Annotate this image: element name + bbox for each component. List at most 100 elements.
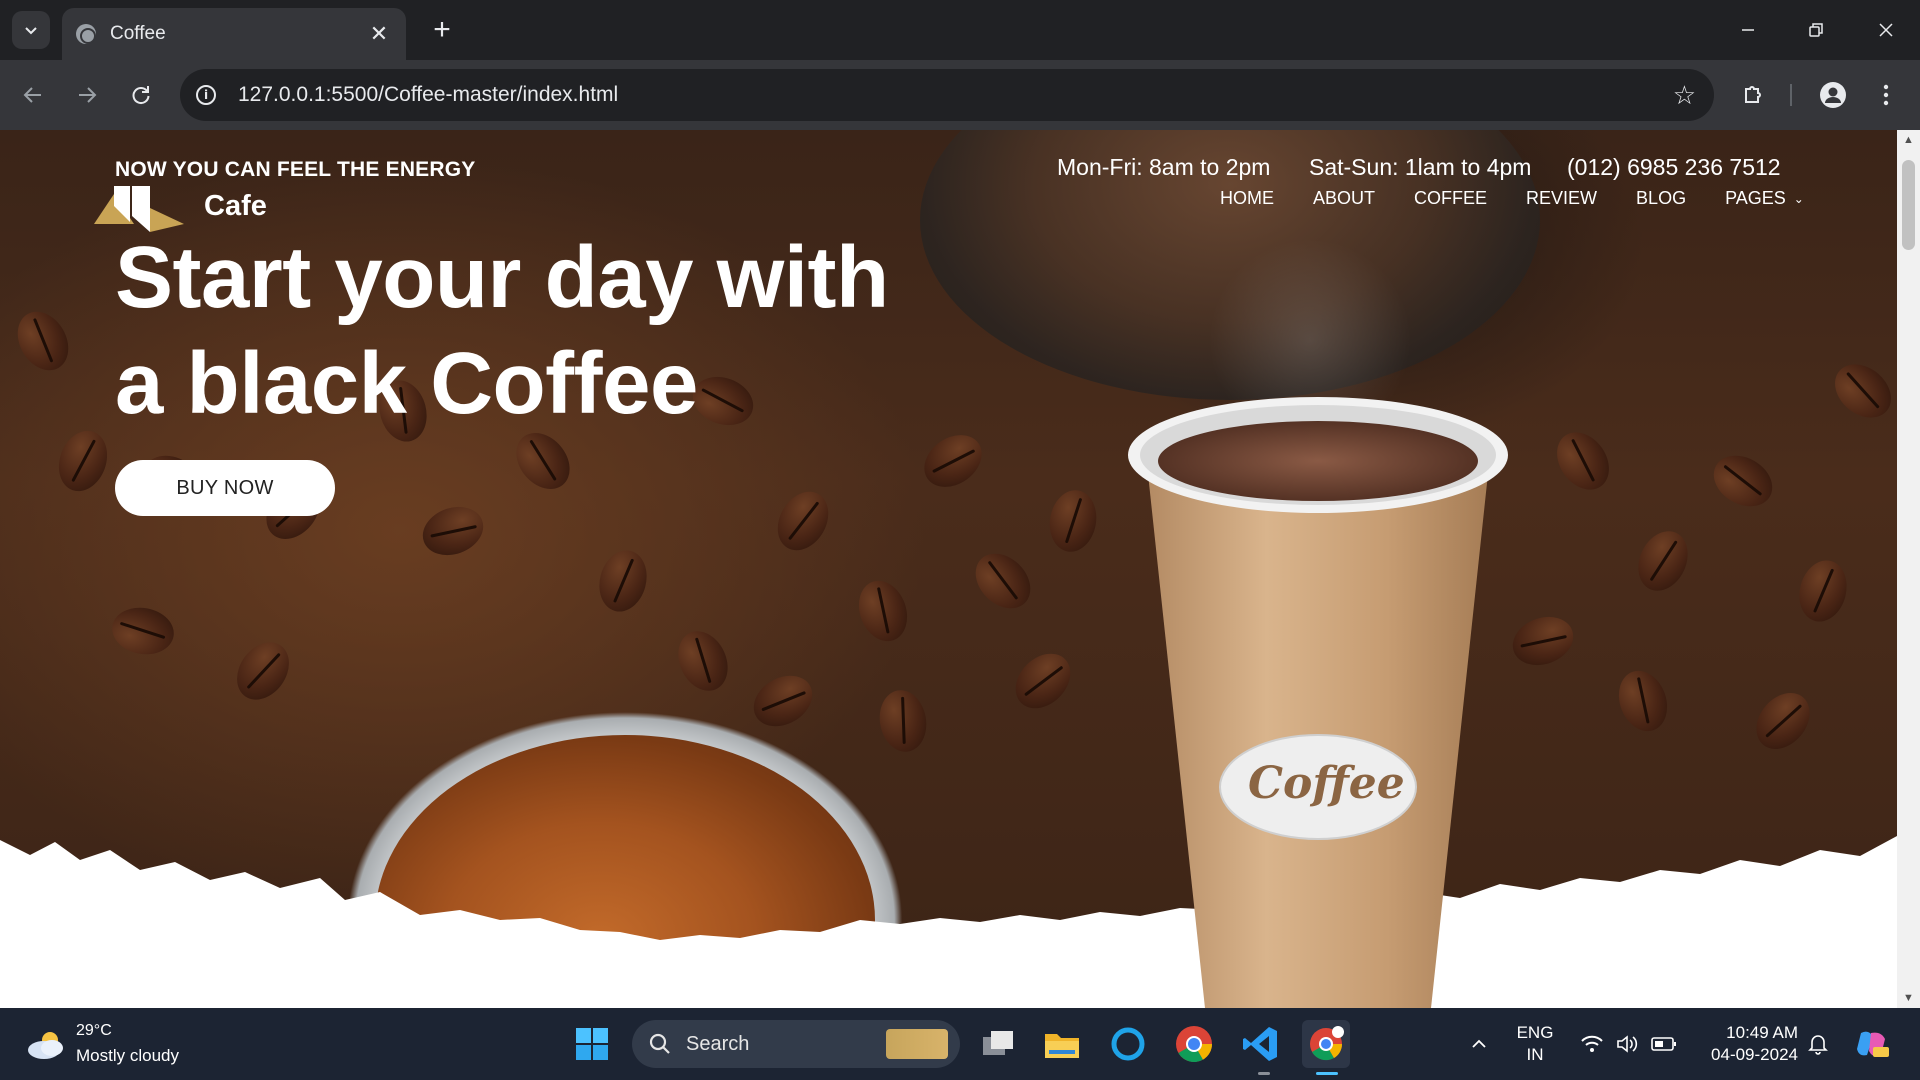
close-window-button[interactable] [1852,0,1920,60]
url-path: :5500/Coffee-master/index.html [325,83,619,106]
coffee-bean [1044,486,1102,556]
url-host: 127.0.0.1 [238,83,326,106]
coffee-bean [874,686,932,756]
copilot-button[interactable] [1852,1008,1892,1080]
new-tab-button[interactable]: + [424,12,460,48]
system-clock[interactable]: 10:49 AM 04-09-2024 [1690,1022,1798,1066]
profile-button[interactable] [1815,77,1851,113]
site-info-button[interactable]: i [188,77,224,113]
coffee-bean [1824,353,1897,429]
headline-line-2: a black Coffee [115,335,698,432]
speaker-icon [1617,1035,1638,1053]
chrome-active-window-button[interactable] [1302,1020,1350,1068]
coffee-bean [1610,664,1676,738]
browser-toolbar: i 127.0.0.1:5500/Coffee-master/index.htm… [0,60,1920,130]
show-hidden-icons-button[interactable] [1464,1008,1494,1080]
coffee-bean [1546,422,1620,500]
restore-icon [1809,23,1823,37]
wifi-button[interactable] [1576,1008,1608,1080]
scroll-down-arrow[interactable]: ▼ [1897,988,1920,1008]
scroll-up-arrow[interactable]: ▲ [1897,130,1920,150]
nav-coffee[interactable]: COFFEE [1414,188,1487,209]
vscode-running-indicator [1258,1072,1270,1075]
file-explorer-button[interactable] [1038,1020,1086,1068]
close-icon [1879,23,1893,37]
cortana-button[interactable] [1104,1020,1152,1068]
nav-about[interactable]: ABOUT [1313,188,1375,209]
coffee-bean [964,542,1042,620]
headline-line-1: Start your day with [115,229,889,326]
paper-coffee-cup-image [1128,397,1508,1008]
address-bar[interactable]: i 127.0.0.1:5500/Coffee-master/index.htm… [180,69,1714,121]
windows-logo-icon [576,1028,608,1060]
wifi-icon [1581,1035,1603,1052]
phone-number[interactable]: (012) 6985 236 7512 [1567,154,1781,181]
minimize-button[interactable] [1714,0,1782,60]
search-highlight-image [886,1029,948,1059]
coffee-bean [767,482,839,560]
hero-tagline: NOW YOU CAN FEEL THE ENERGY [115,158,476,181]
page-scrollbar[interactable]: ▲ ▼ [1897,130,1920,1008]
tab-search-button[interactable] [12,11,50,49]
chevron-down-icon: ⌄ [1793,191,1804,206]
battery-button[interactable] [1648,1008,1680,1080]
coffee-bean [226,632,300,710]
reload-button[interactable] [122,76,160,114]
language-indicator[interactable]: ENG IN [1512,1022,1558,1066]
weather-temperature[interactable]: 29°C [76,1022,112,1040]
forward-button[interactable] [68,76,106,114]
coffee-bean [416,498,490,564]
vscode-button[interactable] [1236,1020,1284,1068]
logo-text[interactable]: Cafe [204,190,267,223]
coffee-bean [1745,682,1821,760]
bookmark-star-icon[interactable]: ☆ [1673,80,1696,111]
coffee-bean [744,665,822,737]
extensions-button[interactable] [1735,77,1771,113]
weather-description[interactable]: Mostly cloudy [76,1046,179,1066]
buy-now-button[interactable]: BUY NOW [115,460,335,516]
chevron-up-icon [1472,1039,1486,1048]
scrollbar-thumb[interactable] [1902,160,1915,250]
avatar-icon [1820,82,1846,108]
notifications-button[interactable] [1802,1008,1834,1080]
browser-menu-button[interactable] [1868,77,1904,113]
coffee-bean [50,424,116,498]
windows-taskbar: 29°C Mostly cloudy Search ENG IN 10:49 A… [0,1008,1920,1080]
vscode-icon [1243,1027,1277,1061]
reload-icon [132,86,150,105]
start-button[interactable] [568,1020,616,1068]
nav-review[interactable]: REVIEW [1526,188,1597,209]
search-label: Search [686,1032,750,1055]
chrome-button[interactable] [1170,1020,1218,1068]
clock-date: 04-09-2024 [1711,1045,1798,1064]
coffee-bean [1704,445,1782,517]
info-icon: i [196,85,216,105]
nav-pages[interactable]: PAGES ⌄ [1725,188,1804,209]
toolbar-divider [1790,84,1792,106]
coffee-bean [1792,555,1854,627]
coffee-bean [669,623,737,699]
tab-title: Coffee [110,23,166,44]
arrow-left-icon [23,87,41,103]
taskbar-search-box[interactable]: Search [632,1020,960,1068]
page-viewport: Coffee NOW YOU CAN FEEL THE ENERGY Cafe … [0,130,1897,1008]
main-nav: HOME ABOUT COFFEE REVIEW BLOG PAGES ⌄ [1220,188,1843,209]
cloudy-weather-icon[interactable] [26,1028,66,1060]
coffee-bean [108,602,178,660]
coffee-bean [592,545,654,617]
globe-icon [76,24,96,44]
back-button[interactable] [14,76,52,114]
nav-blog[interactable]: BLOG [1636,188,1686,209]
volume-button[interactable] [1612,1008,1644,1080]
arrow-right-icon [79,87,97,103]
url-text[interactable]: 127.0.0.1:5500/Coffee-master/index.html [238,83,1673,107]
task-view-button[interactable] [974,1020,1022,1068]
battery-icon [1651,1037,1676,1051]
tab-close-button[interactable]: ✕ [366,21,392,47]
restore-button[interactable] [1782,0,1850,60]
coffee-bean [850,574,916,648]
browser-tab-coffee[interactable]: Coffee ✕ [62,8,406,60]
nav-home[interactable]: HOME [1220,188,1274,209]
cortana-ring-icon [1111,1027,1145,1061]
bell-icon [1808,1035,1828,1055]
